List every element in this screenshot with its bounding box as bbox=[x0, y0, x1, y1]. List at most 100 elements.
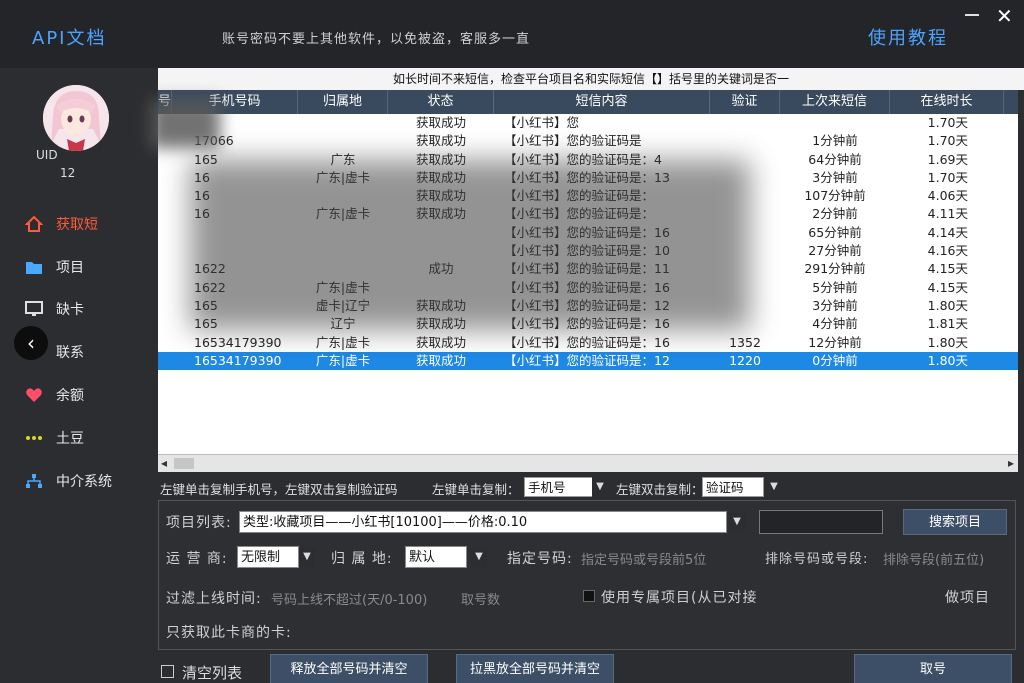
specify-number-label: 指定号码: bbox=[507, 551, 573, 567]
table-cell bbox=[158, 205, 172, 223]
project-search-input[interactable] bbox=[759, 510, 883, 534]
table-cell: 广东|虚卡 bbox=[315, 352, 371, 368]
collapse-sidebar-button[interactable]: ‹ bbox=[14, 326, 48, 360]
copy-settings: 左键单击复制手机号，左键双击复制验证码 左键单击复制： 手机号 ▼ 左键双击复制… bbox=[158, 476, 1024, 498]
tutorial-link[interactable]: 使用教程 bbox=[868, 24, 948, 50]
table-cell bbox=[158, 242, 172, 260]
table-cell bbox=[158, 334, 172, 352]
table-row[interactable]: 16534179390 广东|虚卡 获取成功 【小红书】您的验证码是：12 1220 0分… bbox=[158, 351, 1018, 371]
table-header: 号 手机号码 归属地 状态 短信内容 验证 上次来短信 在线时长 bbox=[158, 90, 1018, 114]
table-cell: 4.06天 bbox=[927, 188, 968, 204]
copy-hint: 左键单击复制手机号，左键双击复制验证码 bbox=[160, 482, 398, 497]
folder-icon bbox=[24, 257, 44, 277]
table-cell bbox=[780, 114, 890, 132]
sidebar-item-get-sms[interactable]: 获取短 bbox=[24, 212, 144, 236]
avatar bbox=[43, 85, 109, 151]
table-cell: 【小红书】您的验证码是：16 bbox=[504, 334, 670, 350]
table-cell: 64分钟前 bbox=[808, 151, 862, 167]
scroll-left-icon[interactable]: ◂ bbox=[161, 456, 167, 470]
sidebar-item-projects[interactable]: 项目 bbox=[24, 255, 144, 279]
table-row[interactable]: 17066获取成功【小红书】您的验证码是1分钟前1.70天 bbox=[158, 132, 1018, 150]
project-label: 项目列表: bbox=[166, 515, 232, 531]
horizontal-scrollbar[interactable]: ◂ ▸ bbox=[158, 454, 1018, 472]
table-cell: 获取成功 bbox=[415, 133, 466, 149]
network-icon bbox=[24, 471, 44, 491]
card-vendor-label: 只获取此卡商的卡: bbox=[166, 625, 292, 641]
close-button[interactable]: ✕ bbox=[996, 4, 1013, 28]
exclude-number-input[interactable]: 排除号段(前五位) bbox=[883, 549, 984, 568]
location-label: 归 属 地: bbox=[331, 551, 393, 567]
online-filter-input[interactable]: 号码上线不超过(天/0-100) bbox=[271, 589, 427, 608]
double-click-label: 左键双击复制： bbox=[616, 482, 704, 497]
table-cell: 1220 bbox=[729, 352, 761, 368]
table-cell bbox=[158, 315, 172, 333]
chevron-down-icon[interactable]: ▼ bbox=[729, 512, 745, 532]
table-row[interactable]: 16534179390 广东|虚卡 获取成功 【小红书】您的验证码是：16 1352 12… bbox=[158, 334, 1018, 352]
scroll-right-icon[interactable]: ▸ bbox=[1008, 456, 1014, 470]
location-select[interactable]: 默认 bbox=[405, 546, 467, 568]
carrier-select[interactable]: 无限制 bbox=[237, 546, 299, 568]
search-project-button[interactable]: 搜索项目 bbox=[903, 509, 1007, 535]
table-cell: 2分钟前 bbox=[812, 206, 858, 222]
sidebar-item-agent-system[interactable]: 中介系统 bbox=[24, 469, 144, 493]
table-cell: 获取成功 bbox=[415, 115, 466, 130]
single-click-label: 左键单击复制： bbox=[432, 482, 520, 497]
table-cell: 5分钟前 bbox=[812, 279, 858, 295]
table-cell: 1分钟前 bbox=[812, 133, 858, 149]
table-cell: 107分钟前 bbox=[804, 188, 866, 204]
table-cell bbox=[158, 169, 172, 187]
sidebar-item-potato[interactable]: 土豆 bbox=[24, 426, 144, 450]
sidebar-item-balance[interactable]: 余额 bbox=[24, 383, 144, 407]
table-cell: 4.16天 bbox=[927, 243, 968, 259]
table-cell: 1.69天 bbox=[927, 151, 968, 167]
column-header[interactable]: 上次来短信 bbox=[780, 90, 890, 114]
single-click-select[interactable]: 手机号 bbox=[524, 477, 594, 497]
uid-value: 12 bbox=[60, 166, 76, 180]
online-filter-label: 过滤上线时间: bbox=[166, 591, 262, 607]
double-click-select[interactable]: 验证码 bbox=[702, 477, 764, 497]
clear-list-checkbox[interactable] bbox=[161, 665, 174, 678]
chevron-down-icon[interactable]: ▼ bbox=[471, 547, 487, 567]
sidebar-item-label: 项目 bbox=[56, 260, 84, 276]
chevron-down-icon[interactable]: ▼ bbox=[592, 477, 608, 497]
column-header[interactable]: 在线时长 bbox=[890, 90, 1004, 114]
api-doc-link[interactable]: API文档 bbox=[32, 24, 106, 50]
sidebar-item-label: 土豆 bbox=[56, 431, 84, 447]
column-header[interactable]: 验证 bbox=[710, 90, 780, 114]
table-cell: 获取成功 bbox=[415, 334, 466, 350]
table-cell: 1.80天 bbox=[927, 352, 968, 368]
clear-list-label: 清空列表 bbox=[182, 664, 243, 682]
sidebar-item-missing-card[interactable]: 缺卡 bbox=[24, 297, 144, 321]
table-cell: 【小红书】您的验证码是：12 bbox=[504, 352, 670, 368]
filter-panel: 项目列表: 类型:收藏项目——小红书[10100]——价格:0.10 ▼ 搜索项… bbox=[158, 500, 1016, 650]
sidebar-item-label: 缺卡 bbox=[56, 302, 84, 318]
sidebar-item-label: 中介系统 bbox=[56, 474, 112, 490]
table-cell bbox=[298, 114, 388, 132]
table-cell: 1.70天 bbox=[927, 169, 968, 185]
table-cell: 【小红书】您 bbox=[504, 115, 580, 130]
column-header[interactable]: 归属地 bbox=[298, 90, 388, 114]
table-cell: 广东|虚卡 bbox=[315, 334, 371, 350]
minimize-button[interactable] bbox=[965, 14, 979, 16]
exclusive-project-label: 使用专属项目(从已对接 bbox=[601, 590, 758, 606]
table-cell bbox=[158, 224, 172, 242]
column-header[interactable]: 状态 bbox=[388, 90, 494, 114]
table-cell bbox=[298, 132, 388, 150]
table-cell: 16534179390 bbox=[194, 352, 282, 368]
table-row[interactable]: 获取成功 【小红书】您 1.70天 bbox=[158, 114, 1018, 132]
exclusive-project-checkbox[interactable] bbox=[583, 590, 595, 602]
chevron-down-icon[interactable]: ▼ bbox=[299, 547, 315, 567]
redaction-blur bbox=[190, 160, 750, 330]
take-number-button[interactable]: 取号 bbox=[854, 654, 1012, 683]
scrollbar-thumb[interactable] bbox=[174, 458, 194, 469]
blacklist-all-button[interactable]: 拉黑放全部号码并清空 bbox=[456, 654, 614, 683]
project-select[interactable]: 类型:收藏项目——小红书[10100]——价格:0.10 bbox=[239, 511, 727, 533]
column-header[interactable]: 短信内容 bbox=[494, 90, 710, 114]
chevron-down-icon[interactable]: ▼ bbox=[766, 477, 782, 497]
notice-text: 账号密码不要上其他软件，以免被盗，客服多一直 bbox=[222, 32, 531, 47]
specify-number-input[interactable]: 指定号码或号段前5位 bbox=[581, 549, 706, 568]
table-cell: 1.81天 bbox=[927, 316, 968, 332]
release-all-button[interactable]: 释放全部号码并清空 bbox=[270, 654, 428, 683]
table-cell: 1.80天 bbox=[927, 297, 968, 313]
table-cell: 获取成功 bbox=[415, 352, 466, 368]
